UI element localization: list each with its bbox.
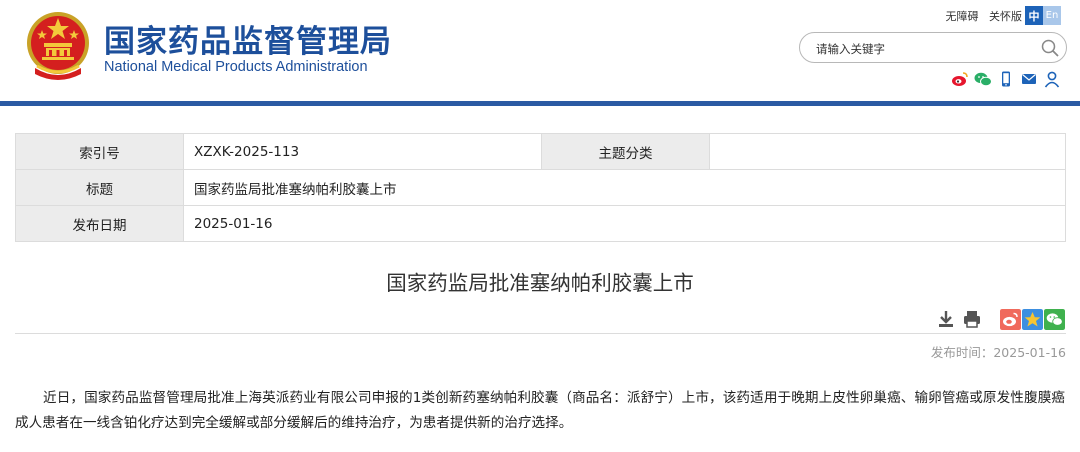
table-row: 发布日期 2025-01-16 [15, 205, 1066, 242]
topic-value [709, 133, 1066, 170]
site-header: 国家药品监督管理局 National Medical Products Admi… [0, 0, 1080, 106]
mail-icon[interactable] [1020, 70, 1038, 88]
index-label: 索引号 [15, 133, 184, 170]
index-value: XZXK-2025-113 [183, 133, 542, 170]
search-box [799, 32, 1067, 63]
header-rule [0, 101, 1080, 106]
table-row: 索引号 XZXK-2025-113 主题分类 [15, 133, 1066, 170]
article-title: 国家药监局批准塞纳帕利胶囊上市 [386, 271, 694, 295]
topic-label: 主题分类 [541, 133, 710, 170]
download-icon[interactable] [936, 309, 956, 329]
article-body: 近日，国家药品监督管理局批准上海英派药业有限公司申报的1类创新药塞纳帕利胶囊（商… [15, 390, 1065, 431]
title-value: 国家药监局批准塞纳帕利胶囊上市 [183, 169, 1066, 206]
share-qzone-icon[interactable] [1022, 308, 1043, 330]
social-links [951, 70, 1061, 88]
publish-time: 发布时间：2025-01-16 [930, 345, 1066, 360]
national-emblem-icon[interactable] [25, 10, 91, 80]
care-mode-link[interactable]: 关怀版 [989, 10, 1022, 23]
article-tools [936, 308, 1066, 330]
table-row: 标题 国家药监局批准塞纳帕利胶囊上市 [15, 169, 1066, 206]
lang-en-button[interactable]: En [1043, 6, 1061, 25]
accessibility-link[interactable]: 无障碍 [946, 10, 979, 23]
site-subtitle[interactable]: National Medical Products Administration [104, 59, 368, 75]
article-divider [15, 333, 1066, 334]
language-switch: 中 En [1025, 6, 1061, 25]
metadata-table: 索引号 XZXK-2025-113 主题分类 标题 国家药监局批准塞纳帕利胶囊上… [15, 133, 1066, 242]
top-links: 无障碍 关怀版 [939, 8, 1023, 24]
site-title[interactable]: 国家药品监督管理局 [104, 16, 392, 61]
search-icon[interactable] [1041, 39, 1059, 57]
share-wechat-icon[interactable] [1044, 308, 1065, 330]
weibo-icon[interactable] [951, 70, 969, 88]
lang-zh-button[interactable]: 中 [1025, 6, 1043, 25]
date-label: 发布日期 [15, 205, 184, 242]
wechat-icon[interactable] [974, 70, 992, 88]
share-weibo-icon[interactable] [1000, 308, 1021, 330]
user-icon[interactable] [1043, 70, 1061, 88]
print-icon[interactable] [962, 309, 982, 329]
title-label: 标题 [15, 169, 184, 206]
date-value: 2025-01-16 [183, 205, 1066, 242]
mobile-icon[interactable] [997, 70, 1015, 88]
search-input[interactable] [814, 38, 1028, 60]
